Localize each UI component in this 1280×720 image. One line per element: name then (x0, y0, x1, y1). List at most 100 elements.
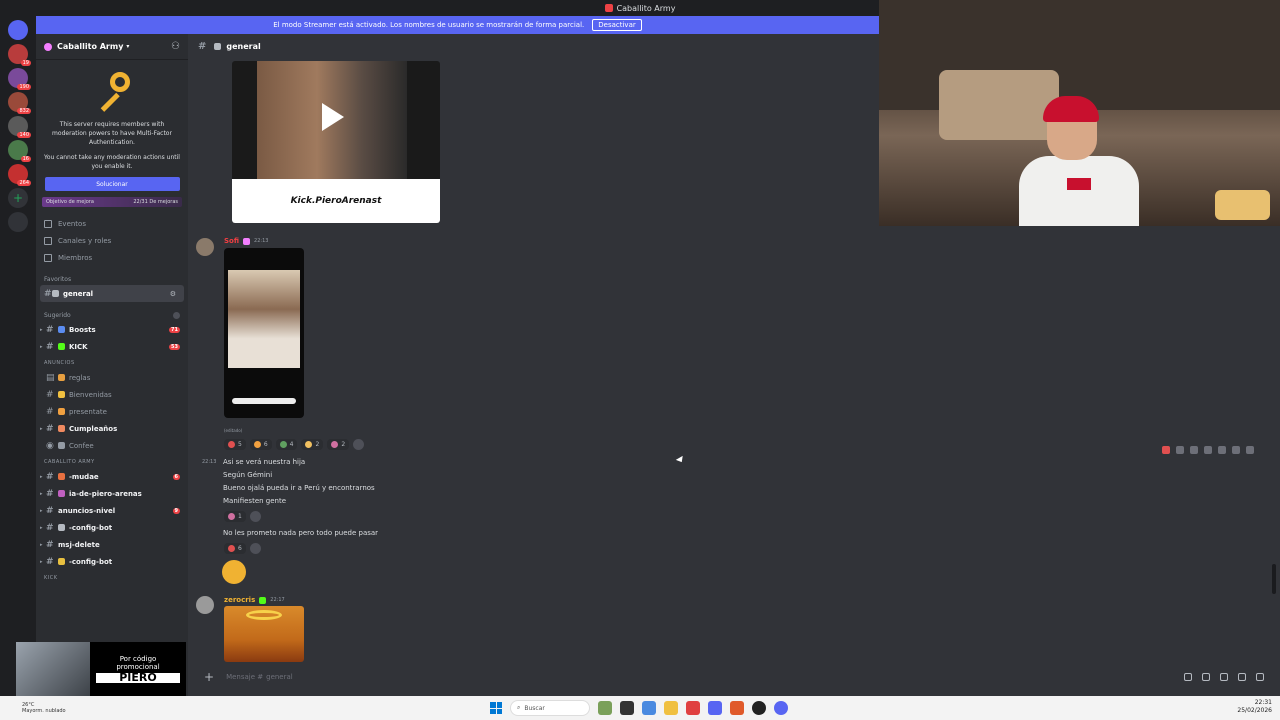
composer-channel: general (266, 673, 293, 681)
reaction[interactable]: 2 (327, 439, 350, 450)
close-icon[interactable] (173, 312, 180, 319)
reaction[interactable]: 1 (224, 511, 246, 522)
chrome-icon[interactable] (642, 701, 656, 715)
gift-icon (58, 473, 65, 480)
weather-widget[interactable]: 26°C Mayorm. nublado (0, 702, 66, 714)
author-name[interactable]: zerocris (224, 596, 255, 604)
channel-bienvenidas[interactable]: # Bienvenidas (36, 386, 188, 403)
reaction[interactable]: 5 (224, 439, 246, 450)
channel-msj-delete[interactable]: ▸ # msj-delete (36, 536, 188, 553)
reaction[interactable]: 6 (224, 543, 246, 554)
add-reaction-button[interactable] (249, 543, 261, 554)
attach-icon[interactable]: + (204, 670, 214, 684)
image-attachment[interactable] (224, 248, 304, 418)
category-caballito-army[interactable]: CABALLITO ARMY (36, 454, 188, 468)
mouse-cursor (675, 455, 686, 465)
reply-icon[interactable] (1218, 446, 1226, 454)
emoji-icon[interactable] (1238, 673, 1246, 681)
role-icon (259, 596, 267, 604)
message-timestamp: 22:17 (270, 597, 285, 603)
reaction-shortcut-icon[interactable] (1190, 446, 1198, 454)
channel-confee[interactable]: ◉ Confee (36, 437, 188, 454)
category-kick[interactable]: KICK (36, 570, 188, 584)
message-composer[interactable]: + Mensaje # general (196, 666, 1272, 688)
add-reaction-button[interactable] (249, 511, 261, 522)
taskbar-search[interactable]: ⌕ Buscar (510, 700, 590, 716)
folder-icon[interactable] (664, 701, 678, 715)
channel-kick[interactable]: ▸ # KICK 53 (36, 338, 188, 355)
discover-icon[interactable] (8, 212, 28, 232)
author-name[interactable]: Sofi (224, 237, 239, 245)
nav-members[interactable]: Miembros (36, 249, 188, 266)
gif-attachment[interactable] (224, 606, 304, 662)
server-icon[interactable]: 190 (8, 68, 31, 90)
tool-icon (58, 524, 65, 531)
gift-icon[interactable] (1184, 673, 1192, 681)
reaction-count: 2 (341, 441, 346, 448)
server-icon[interactable]: 264 (8, 164, 31, 186)
guild-header[interactable]: Caballito Army ▾ ⚇ (36, 34, 188, 60)
server-icon[interactable]: 140 (8, 116, 31, 138)
reaction[interactable]: 6 (249, 439, 272, 450)
boost-goal-bar[interactable]: Objetivo de mejora 22/31 De mejoras (42, 197, 182, 207)
server-badge: 140 (17, 132, 31, 138)
reaction-count: 4 (289, 441, 294, 448)
promo-code: PIERO (96, 672, 180, 683)
forward-icon[interactable] (1232, 446, 1240, 454)
app-icon[interactable] (686, 701, 700, 715)
avatar[interactable] (196, 238, 214, 256)
obs-icon[interactable] (752, 701, 766, 715)
apps-icon[interactable] (1256, 673, 1264, 681)
channel-label: ia-de-piero-arenas (69, 489, 142, 498)
channel-ia-de-piero-arenas[interactable]: ▸ # ia-de-piero-arenas (36, 485, 188, 502)
add-reaction-icon[interactable] (1204, 446, 1212, 454)
discord-icon[interactable] (774, 701, 788, 715)
channel-label: -config-bot (69, 557, 113, 566)
reaction[interactable]: 4 (275, 439, 298, 450)
widgets-icon[interactable] (598, 701, 612, 715)
diamond-icon (58, 326, 65, 333)
gif-icon[interactable] (1202, 673, 1210, 681)
add-reaction-button[interactable] (353, 439, 365, 450)
disable-streamer-button[interactable]: Desactivar (592, 19, 642, 31)
channel-anuncios-nivel[interactable]: ▸ # anuncios-nivel 9 (36, 502, 188, 519)
teams-icon[interactable] (708, 701, 722, 715)
start-icon[interactable] (490, 702, 502, 714)
server-icon[interactable]: 832 (8, 92, 31, 114)
add-server-icon[interactable]: + (8, 188, 28, 208)
home-server-icon[interactable] (8, 20, 28, 40)
more-icon[interactable] (1246, 446, 1254, 454)
channel-mudae[interactable]: ▸ # -mudae 6 (36, 468, 188, 485)
category-anuncios[interactable]: ANUNCIOS (36, 355, 188, 369)
channel-boosts[interactable]: ▸ # Boosts 71 (36, 321, 188, 338)
task-view-icon[interactable] (620, 701, 634, 715)
video-embed[interactable]: Kick.PieroArenast (232, 61, 440, 223)
nav-channels-roles[interactable]: Canales y roles (36, 232, 188, 249)
settings-icon[interactable]: ⚙ (170, 290, 176, 298)
mention-badge: 53 (169, 343, 180, 350)
emoji-icon (228, 513, 235, 520)
reaction[interactable]: 2 (301, 439, 324, 450)
fix-mfa-button[interactable]: Solucionar (44, 177, 180, 191)
server-icon[interactable]: 16 (8, 140, 31, 162)
chat-scrollbar[interactable] (1272, 564, 1276, 594)
hash-icon: # (46, 539, 54, 550)
sticker-icon[interactable] (1220, 673, 1228, 681)
channel-general[interactable]: # general ⚙ (40, 285, 184, 302)
brave-icon[interactable] (730, 701, 744, 715)
avatar[interactable] (196, 596, 214, 614)
add-member-icon[interactable]: ⚇ (171, 41, 180, 52)
emoji-icon (331, 441, 339, 448)
channel-config-bot[interactable]: ▸ # -config-bot (36, 519, 188, 536)
channel-cumpleanos[interactable]: ▸ # Cumpleaños (36, 420, 188, 437)
system-tray[interactable]: 22:31 25/02/2026 (1237, 699, 1272, 715)
server-icon[interactable]: 19 (8, 44, 31, 66)
channel-reglas[interactable]: ▤ reglas (36, 369, 188, 386)
reaction-shortcut-icon[interactable] (1176, 446, 1184, 454)
play-icon[interactable] (322, 103, 344, 131)
channel-presentate[interactable]: # presentate (36, 403, 188, 420)
members-icon (44, 253, 52, 262)
channel-config-bot-2[interactable]: ▸ # -config-bot (36, 553, 188, 570)
nav-events[interactable]: Eventos (36, 215, 188, 232)
reaction-shortcut-icon[interactable] (1162, 446, 1170, 454)
